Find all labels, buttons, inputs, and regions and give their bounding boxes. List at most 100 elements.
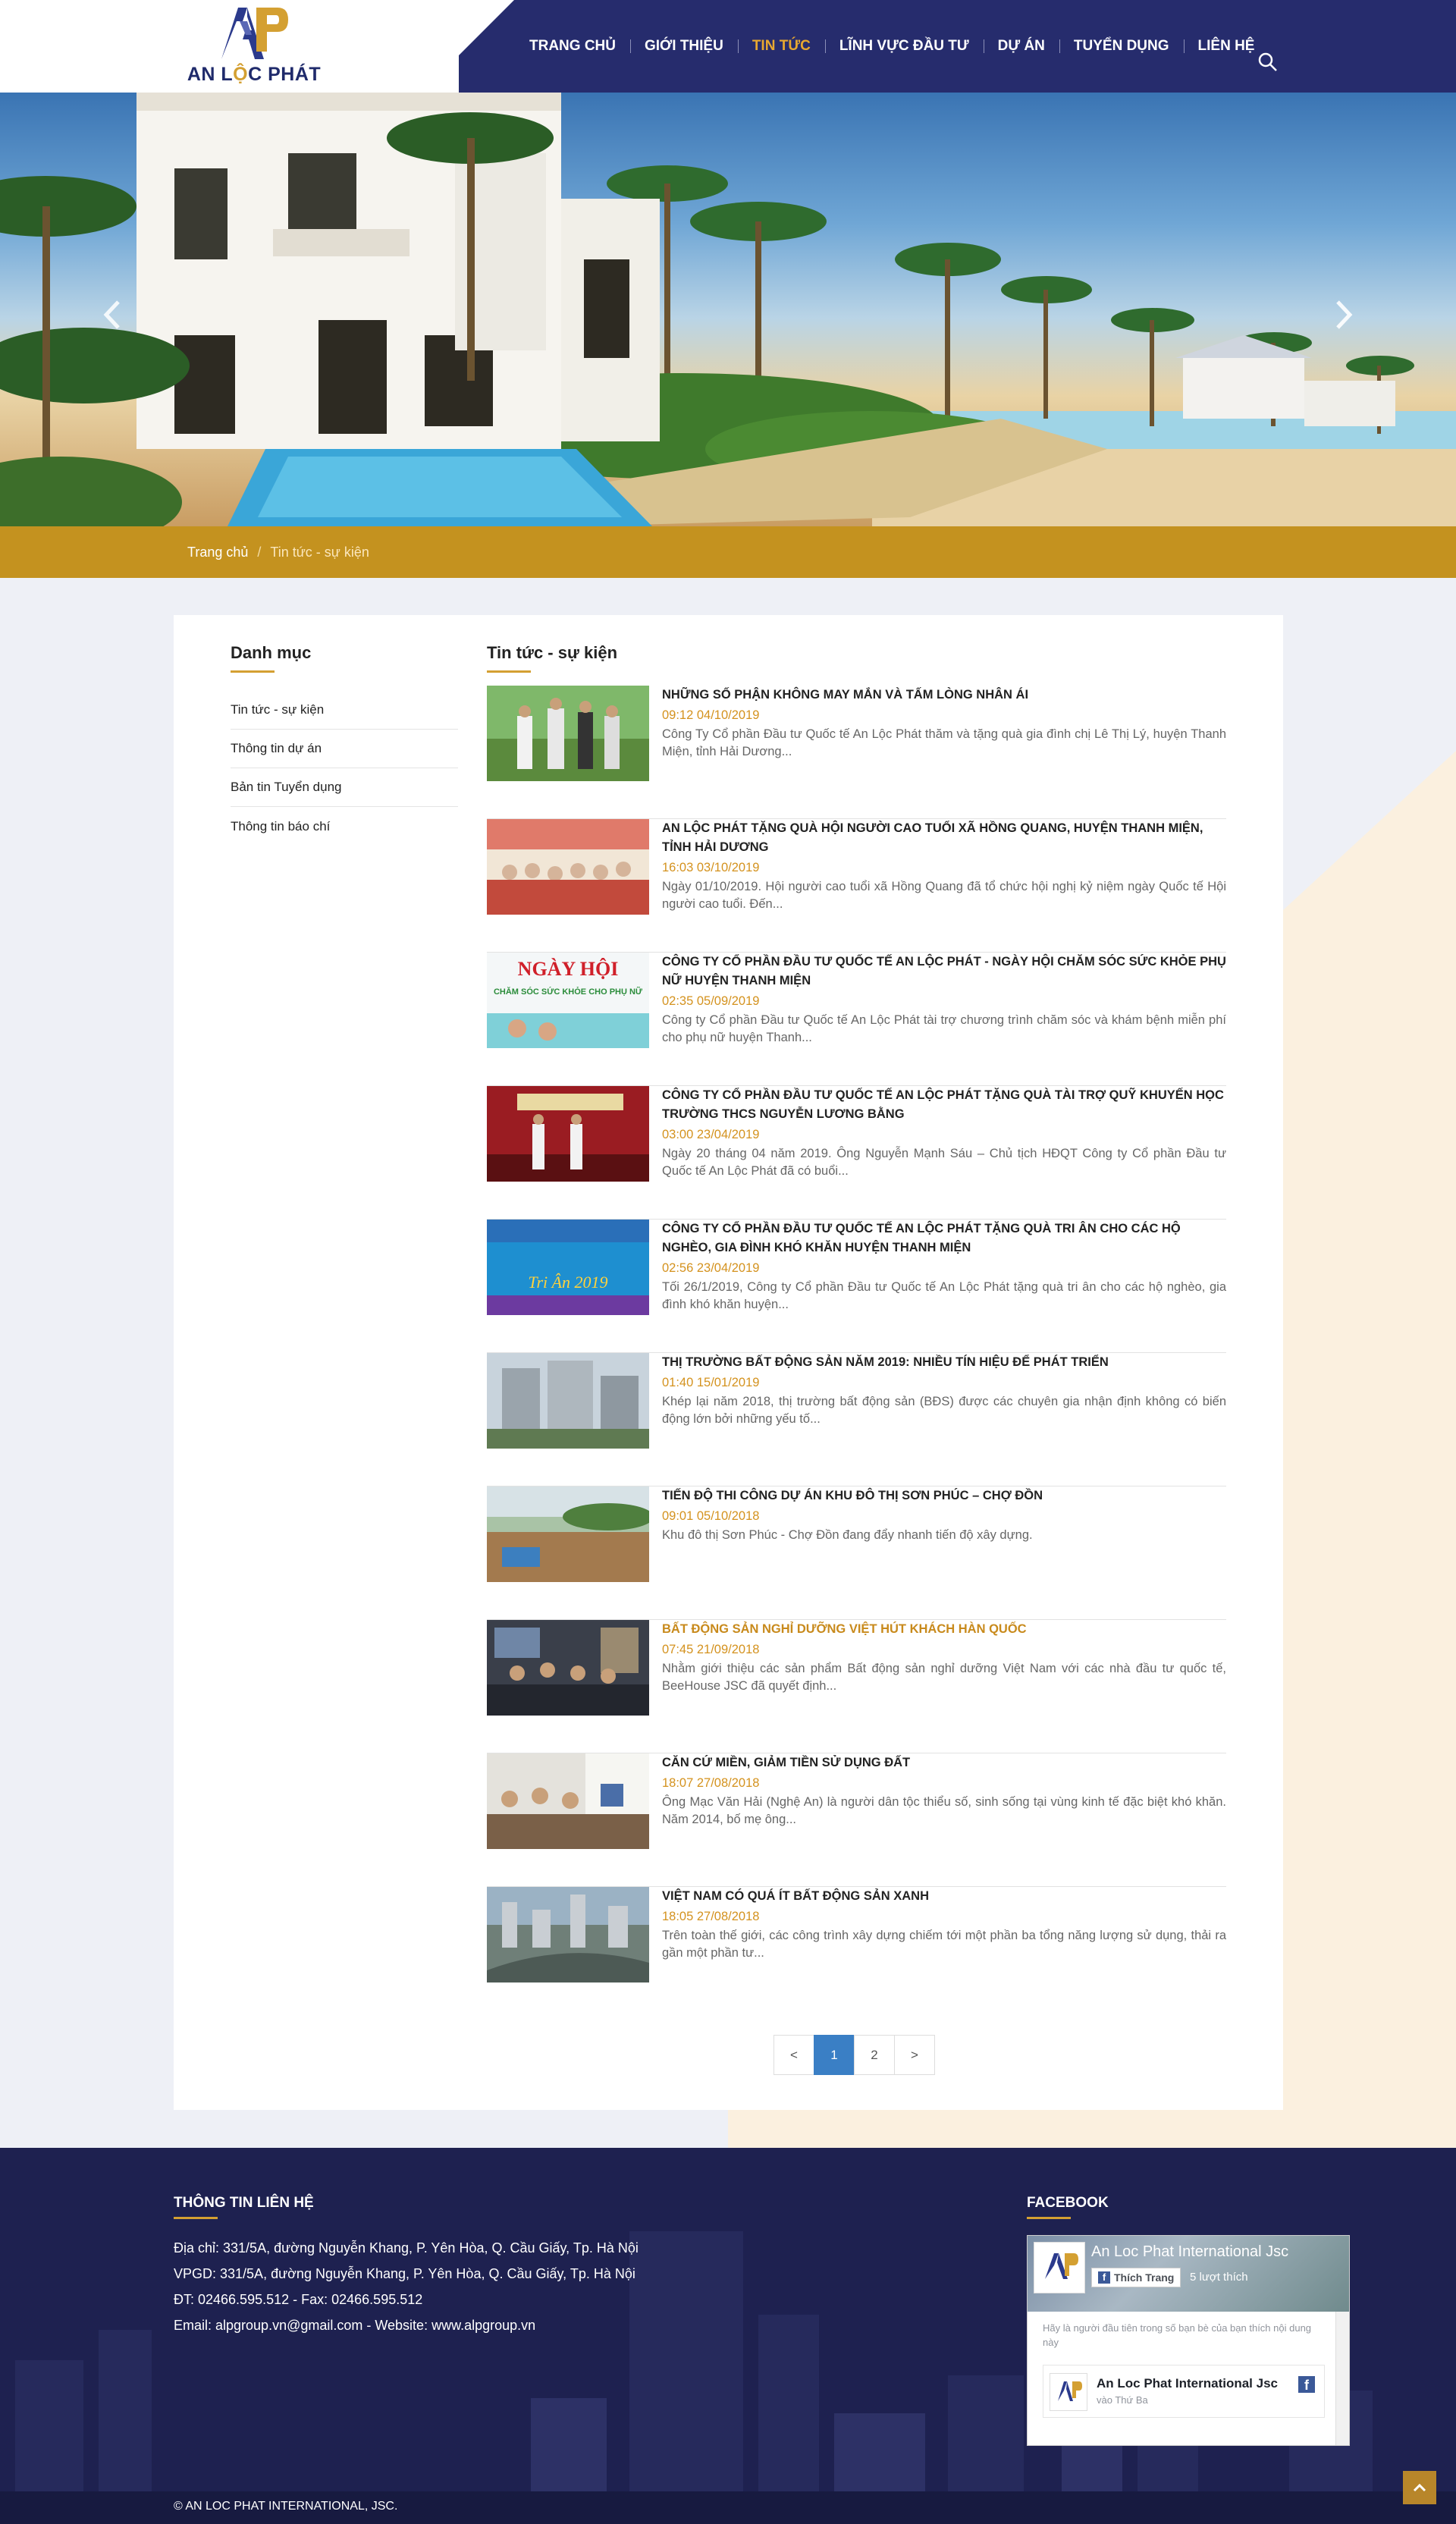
- facebook-friends-text: Hãy là người đầu tiên trong số bạn bè củ…: [1043, 2322, 1312, 2348]
- news-date: 16:03 03/10/2019: [662, 861, 760, 874]
- news-date: 03:00 23/04/2019: [662, 1128, 760, 1141]
- footer-phone: ĐT: 02466.595.512 - Fax: 02466.595.512: [174, 2292, 423, 2307]
- news-date: 02:56 23/04/2019: [662, 1261, 760, 1275]
- news-thumbnail[interactable]: [487, 1620, 649, 1716]
- footer-address: Địa chỉ: 331/5A, đường Nguyễn Khang, P. …: [174, 2240, 639, 2256]
- site-header: AN LỘC PHÁT TRANG CHỦ GIỚI THIỆU TIN TỨC…: [0, 0, 1456, 93]
- news-thumbnail[interactable]: [487, 1086, 649, 1182]
- sidebar-title-underline: [231, 670, 275, 673]
- news-thumbnail[interactable]: [487, 1353, 649, 1449]
- svg-text:NGÀY HỘI: NGÀY HỘI: [518, 958, 619, 980]
- facebook-post-time: vào Thứ Ba: [1097, 2394, 1148, 2406]
- news-excerpt: Tối 26/1/2019, Công ty Cổ phần Đầu tư Qu…: [662, 1280, 1226, 1311]
- sidebar-item-press[interactable]: Thông tin báo chí: [231, 807, 458, 846]
- news-title[interactable]: VIỆT NAM CÓ QUÁ ÍT BẤT ĐỘNG SẢN XANH: [662, 1887, 1226, 1906]
- facebook-page-logo[interactable]: [1034, 2242, 1085, 2293]
- footer-facebook-underline: [1027, 2217, 1071, 2219]
- news-excerpt: Trên toàn thế giới, các công trình xây d…: [662, 1929, 1226, 1960]
- news-thumbnail[interactable]: [487, 1486, 649, 1582]
- news-date: 09:01 05/10/2018: [662, 1509, 760, 1523]
- news-thumbnail[interactable]: Tri Ân 2019: [487, 1220, 649, 1315]
- news-item: BẤT ĐỘNG SẢN NGHỈ DƯỠNG VIỆT HÚT KHÁCH H…: [487, 1620, 1226, 1753]
- nav-item-investment[interactable]: LĨNH VỰC ĐẦU TƯ: [824, 38, 984, 55]
- pagination-page-1[interactable]: 1: [814, 2035, 855, 2075]
- main-nav: TRANG CHỦ GIỚI THIỆU TIN TỨC LĨNH VỰC ĐẦ…: [529, 0, 1269, 93]
- news-excerpt: Ngày 20 tháng 04 năm 2019. Ông Nguyễn Mạ…: [662, 1147, 1226, 1178]
- facebook-post-author[interactable]: An Loc Phat International Jsc: [1097, 2376, 1278, 2391]
- pagination-prev[interactable]: <: [774, 2035, 814, 2075]
- news-title[interactable]: TIẾN ĐỘ THI CÔNG DỰ ÁN KHU ĐÔ THỊ SƠN PH…: [662, 1486, 1226, 1505]
- news-item: CÔNG TY CỔ PHẦN ĐẦU TƯ QUỐC TẾ AN LỘC PH…: [487, 1086, 1226, 1220]
- news-thumbnail[interactable]: NGÀY HỘI CHĂM SÓC SỨC KHỎE CHO PHỤ NỮ: [487, 953, 649, 1048]
- news-thumbnail[interactable]: [487, 819, 649, 915]
- news-date: 01:40 15/01/2019: [662, 1376, 760, 1389]
- sidebar-item-news-events[interactable]: Tin tức - sự kiện: [231, 691, 458, 730]
- news-excerpt: Công ty Cổ phần Đầu tư Quốc tế An Lộc Ph…: [662, 1013, 1226, 1044]
- news-title[interactable]: CĂN CỨ MIỀN, GIẢM TIỀN SỬ DỤNG ĐẤT: [662, 1753, 1226, 1772]
- pagination-page-2[interactable]: 2: [854, 2035, 895, 2075]
- nav-item-careers[interactable]: TUYỂN DỤNG: [1059, 38, 1184, 55]
- news-thumbnail[interactable]: [487, 686, 649, 781]
- pagination-next[interactable]: >: [894, 2035, 935, 2075]
- news-thumbnail[interactable]: [487, 1887, 649, 1982]
- news-date: 07:45 21/09/2018: [662, 1643, 760, 1656]
- facebook-icon: f: [1098, 2271, 1110, 2284]
- facebook-post[interactable]: An Loc Phat International Jsc vào Thứ Ba…: [1043, 2365, 1325, 2418]
- slider-next-icon[interactable]: [1329, 296, 1359, 334]
- news-item: AN LỘC PHÁT TẶNG QUÀ HỘI NGƯỜI CAO TUỔI …: [487, 819, 1226, 953]
- footer-facebook-title: FACEBOOK: [1027, 2195, 1109, 2211]
- news-item: THỊ TRƯỜNG BẤT ĐỘNG SẢN NĂM 2019: NHIỀU …: [487, 1353, 1226, 1486]
- footer-contact-title: THÔNG TIN LIÊN HỆ: [174, 2195, 314, 2211]
- nav-item-news[interactable]: TIN TỨC: [737, 38, 825, 55]
- facebook-logo-icon: f: [1298, 2376, 1315, 2393]
- news-date: 18:07 27/08/2018: [662, 1776, 760, 1790]
- nav-item-projects[interactable]: DỰ ÁN: [983, 38, 1059, 55]
- logo-text: AN LỘC PHÁT: [187, 64, 322, 85]
- back-to-top-button[interactable]: [1403, 2471, 1436, 2504]
- slider-prev-icon[interactable]: [97, 296, 127, 334]
- breadcrumb-bar: Trang chủ / Tin tức - sự kiện: [0, 526, 1456, 578]
- footer-office: VPGD: 331/5A, đường Nguyễn Khang, P. Yên…: [174, 2266, 635, 2281]
- facebook-like-count: 5 lượt thích: [1190, 2271, 1248, 2284]
- news-thumbnail[interactable]: [487, 1753, 649, 1849]
- content-card: Danh mục Tin tức - sự kiện Thông tin dự …: [174, 615, 1283, 2110]
- facebook-widget-scrollbar[interactable]: [1335, 2312, 1349, 2445]
- breadcrumb-current: Tin tức - sự kiện: [270, 544, 369, 560]
- breadcrumb-separator: /: [257, 544, 262, 560]
- facebook-like-button[interactable]: f Thích Trang: [1091, 2268, 1181, 2287]
- svg-text:CHĂM SÓC SỨC KHỎE CHO PHỤ NỮ: CHĂM SÓC SỨC KHỎE CHO PHỤ NỮ: [494, 987, 643, 997]
- facebook-page-name[interactable]: An Loc Phat International Jsc: [1091, 2243, 1288, 2261]
- sidebar-item-project-info[interactable]: Thông tin dự án: [231, 730, 458, 768]
- news-item: CĂN CỨ MIỀN, GIẢM TIỀN SỬ DỤNG ĐẤT 18:07…: [487, 1753, 1226, 1887]
- news-excerpt: Nhằm giới thiệu các sản phẩm Bất động sả…: [662, 1662, 1226, 1693]
- news-title[interactable]: THỊ TRƯỜNG BẤT ĐỘNG SẢN NĂM 2019: NHIỀU …: [662, 1353, 1226, 1372]
- news-excerpt: Ngày 01/10/2019. Hội người cao tuổi xã H…: [662, 880, 1226, 911]
- sidebar-title: Danh mục: [231, 643, 312, 662]
- site-footer: THÔNG TIN LIÊN HỆ Địa chỉ: 331/5A, đường…: [0, 2148, 1456, 2524]
- sidebar-item-recruitment[interactable]: Bản tin Tuyển dụng: [231, 768, 458, 807]
- site-logo[interactable]: AN LỘC PHÁT: [174, 5, 334, 86]
- nav-item-home[interactable]: TRANG CHỦ: [529, 38, 630, 55]
- news-title[interactable]: CÔNG TY CỔ PHẦN ĐẦU TƯ QUỐC TẾ AN LỘC PH…: [662, 1086, 1226, 1124]
- news-excerpt: Khép lại năm 2018, thị trường bất động s…: [662, 1395, 1226, 1426]
- news-title[interactable]: BẤT ĐỘNG SẢN NGHỈ DƯỠNG VIỆT HÚT KHÁCH H…: [662, 1620, 1226, 1639]
- search-icon[interactable]: [1257, 51, 1279, 74]
- pagination: < 1 2 >: [774, 2035, 935, 2075]
- footer-email: Email: alpgroup.vn@gmail.com - Website: …: [174, 2318, 536, 2333]
- news-item: NHỮNG SỐ PHẬN KHÔNG MAY MẮN VÀ TẤM LÒNG …: [487, 686, 1226, 819]
- nav-item-about[interactable]: GIỚI THIỆU: [630, 38, 738, 55]
- breadcrumb-home[interactable]: Trang chủ: [187, 545, 248, 560]
- news-title[interactable]: CÔNG TY CỔ PHẦN ĐẦU TƯ QUỐC TẾ AN LỘC PH…: [662, 953, 1226, 990]
- copyright-text: © AN LOC PHAT INTERNATIONAL, JSC.: [174, 2500, 398, 2513]
- hero-villa-image: [0, 93, 1456, 526]
- news-title[interactable]: AN LỘC PHÁT TẶNG QUÀ HỘI NGƯỜI CAO TUỔI …: [662, 819, 1226, 857]
- news-date: 09:12 04/10/2019: [662, 708, 760, 722]
- news-title[interactable]: CÔNG TY CỔ PHẦN ĐẦU TƯ QUỐC TẾ AN LỘC PH…: [662, 1220, 1226, 1257]
- facebook-page-widget: An Loc Phat International Jsc f Thích Tra…: [1027, 2235, 1350, 2446]
- news-title[interactable]: NHỮNG SỐ PHẬN KHÔNG MAY MẮN VÀ TẤM LÒNG …: [662, 686, 1226, 705]
- breadcrumb: Trang chủ / Tin tức - sự kiện: [187, 526, 369, 578]
- hero-slider: [0, 93, 1456, 526]
- svg-text:Tri Ân 2019: Tri Ân 2019: [528, 1273, 607, 1292]
- page-title: Tin tức - sự kiện: [487, 643, 618, 662]
- news-date: 02:35 05/09/2019: [662, 994, 760, 1008]
